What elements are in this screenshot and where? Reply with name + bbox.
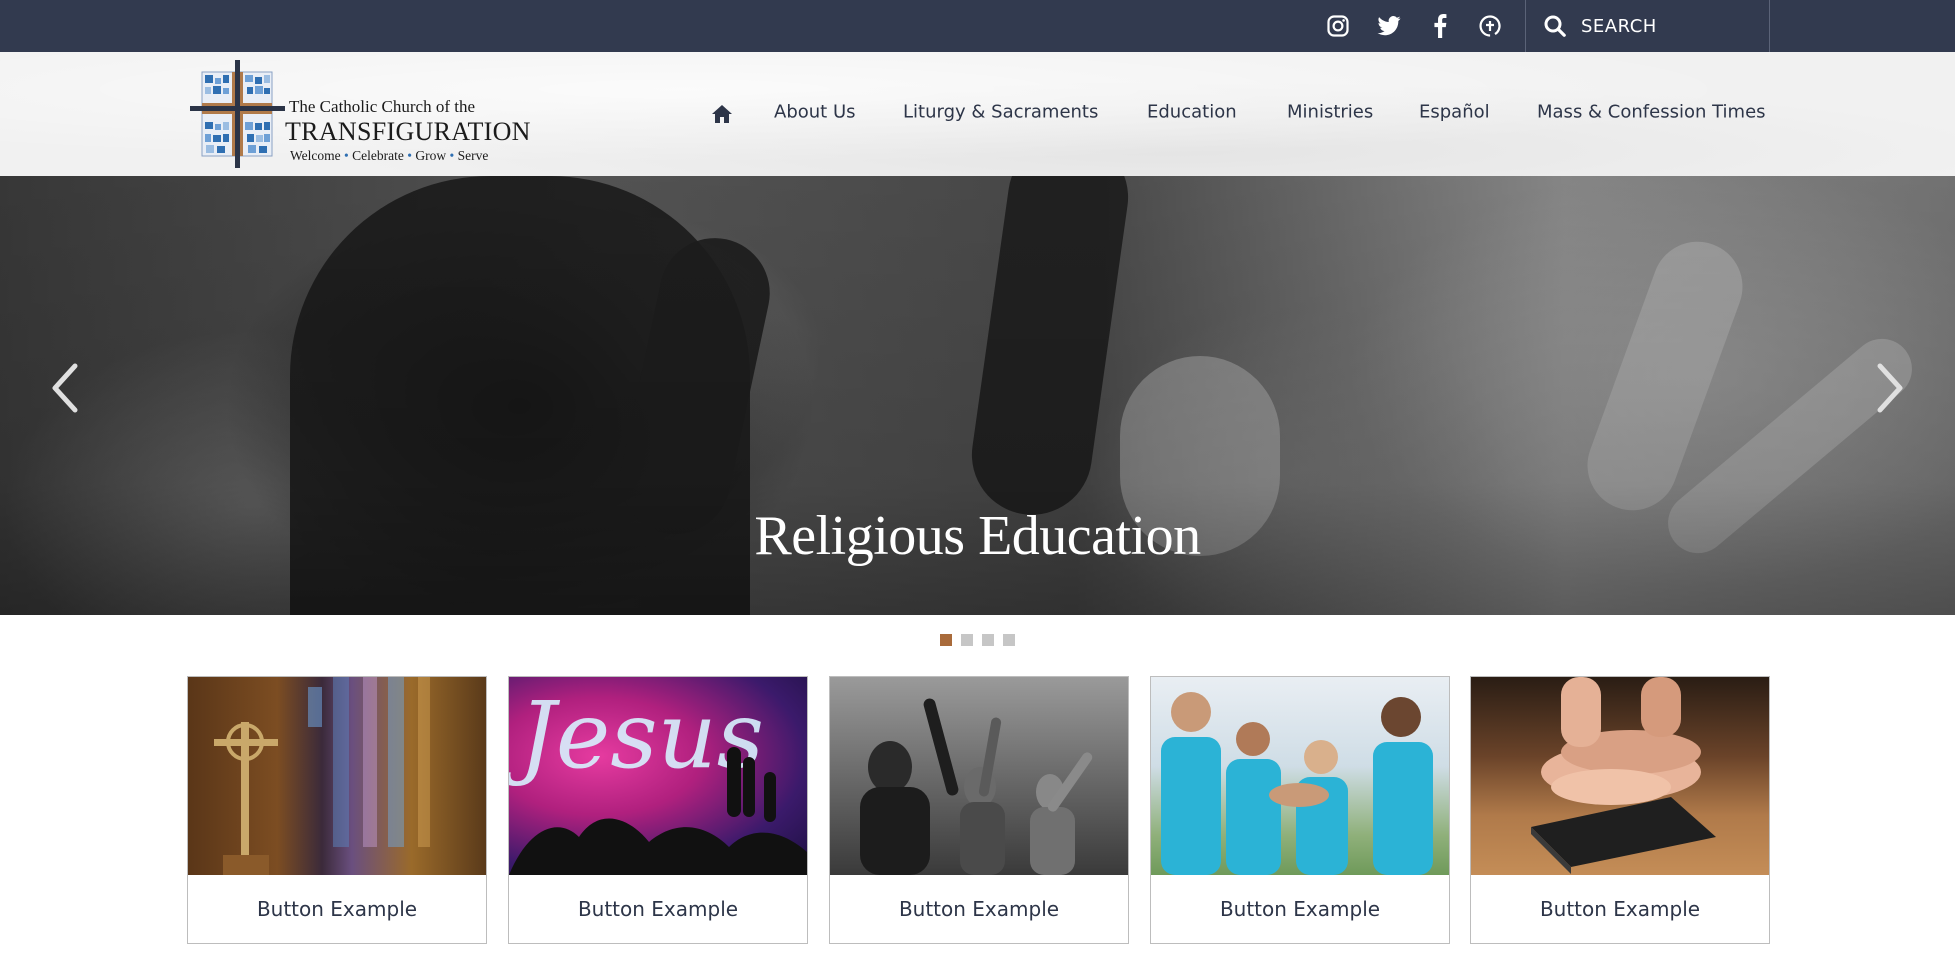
slider-dot-2[interactable] xyxy=(961,634,973,646)
slider-prev-button[interactable] xyxy=(45,358,85,418)
card-image-hands-on-bible xyxy=(1471,677,1769,875)
hero-title: Religious Education xyxy=(754,505,1201,567)
slider-dot-1[interactable] xyxy=(940,634,952,646)
top-utility-bar xyxy=(0,0,1955,52)
home-icon[interactable] xyxy=(710,102,734,126)
card-image-worship-crowd xyxy=(830,677,1128,875)
instagram-icon[interactable] xyxy=(1325,13,1351,39)
card-label: Button Example xyxy=(1539,897,1701,921)
search-icon xyxy=(1541,12,1569,40)
chevron-left-icon xyxy=(52,363,78,413)
card-label: Button Example xyxy=(1219,897,1381,921)
hero-slider: Religious Education xyxy=(0,176,1955,615)
feature-card-5[interactable]: Button Example xyxy=(1470,676,1770,944)
search-input[interactable] xyxy=(1581,15,1761,37)
nav-item-espanol[interactable]: Español xyxy=(1419,102,1490,123)
slider-dot-3[interactable] xyxy=(982,634,994,646)
card-image-jesus-sign: Jesus xyxy=(509,677,807,875)
nav-item-ministries[interactable]: Ministries xyxy=(1287,102,1373,123)
nav-item-mass-confession-times[interactable]: Mass & Confession Times xyxy=(1537,102,1766,123)
card-image-altar-cross xyxy=(188,677,486,875)
flocknote-icon[interactable] xyxy=(1477,13,1503,39)
slider-next-button[interactable] xyxy=(1870,358,1910,418)
nav-item-education[interactable]: Education xyxy=(1147,102,1237,123)
feature-card-1[interactable]: Button Example xyxy=(187,676,487,944)
card-label: Button Example xyxy=(256,897,418,921)
chevron-right-icon xyxy=(1877,363,1903,413)
facebook-icon[interactable] xyxy=(1427,13,1453,39)
svg-text:Jesus: Jesus xyxy=(509,682,764,789)
feature-card-2[interactable]: Jesus Button Example xyxy=(508,676,808,944)
nav-item-about-us[interactable]: About Us xyxy=(774,102,856,123)
slider-pagination xyxy=(940,634,1015,646)
feature-card-3[interactable]: Button Example xyxy=(829,676,1129,944)
card-image-volunteers xyxy=(1151,677,1449,875)
search-box[interactable] xyxy=(1525,0,1770,52)
main-navigation: About Us Liturgy & Sacraments Education … xyxy=(0,52,1955,176)
card-label: Button Example xyxy=(577,897,739,921)
feature-card-4[interactable]: Button Example xyxy=(1150,676,1450,944)
twitter-icon[interactable] xyxy=(1376,13,1402,39)
slider-dot-4[interactable] xyxy=(1003,634,1015,646)
card-label: Button Example xyxy=(898,897,1060,921)
nav-item-liturgy-sacraments[interactable]: Liturgy & Sacraments xyxy=(903,102,1098,123)
